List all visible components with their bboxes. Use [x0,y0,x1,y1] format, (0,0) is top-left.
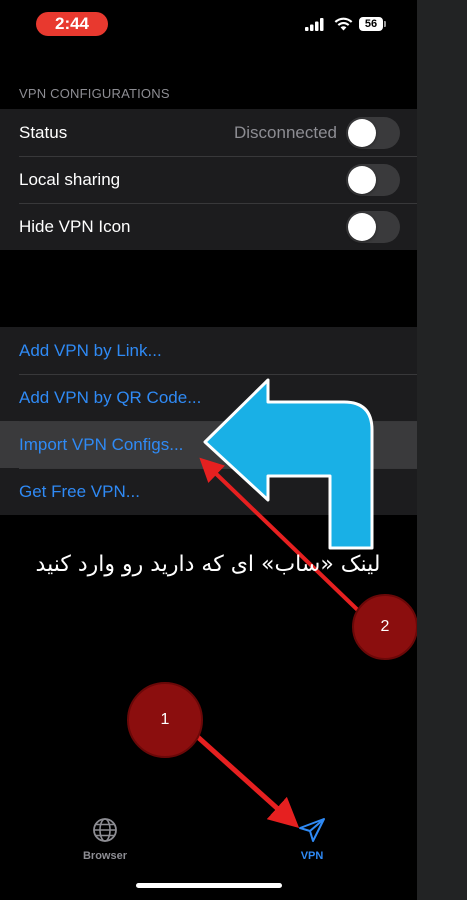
add-vpn-by-link-button[interactable]: Add VPN by Link... [0,327,417,374]
toggle-knob [348,166,376,194]
vpn-actions-group: Add VPN by Link... Add VPN by QR Code...… [0,327,417,515]
status-label: Status [19,123,68,142]
tab-browser-label: Browser [82,850,128,862]
hide-vpn-icon-toggle[interactable] [346,211,400,243]
hide-vpn-icon-label: Hide VPN Icon [19,217,131,236]
globe-icon [93,818,117,842]
add-vpn-by-qr-code-label: Add VPN by QR Code... [19,388,202,407]
step-badge-2: 2 [352,594,417,660]
toggle-knob [348,119,376,147]
get-free-vpn-label: Get Free VPN... [19,482,140,501]
pointer-arrow-1 [188,728,300,829]
add-vpn-by-link-label: Add VPN by Link... [19,341,162,360]
instruction-caption: لینک «ساب» ای که دارید رو وارد کنید [35,552,381,577]
step-badge-1: 1 [127,682,203,758]
import-vpn-configs-label: Import VPN Configs... [19,435,184,454]
screen-recording-margin [417,0,467,900]
tab-vpn-label: VPN [300,850,324,862]
battery-level: 56 [359,17,383,31]
signal-icon [305,18,324,31]
battery-cap [384,21,386,27]
home-indicator [136,883,282,888]
get-free-vpn-button[interactable]: Get Free VPN... [0,468,417,515]
toggle-knob [348,213,376,241]
send-icon [299,818,325,842]
section-header: VPN CONFIGURATIONS [19,86,170,101]
tab-browser[interactable]: Browser [65,817,145,862]
status-time: 2:44 [36,12,108,36]
local-sharing-label: Local sharing [19,170,121,189]
import-vpn-configs-button[interactable]: Import VPN Configs... [0,421,417,468]
status-row: Status Disconnected [0,109,417,156]
tab-vpn[interactable]: VPN [272,817,352,862]
hide-vpn-icon-row: Hide VPN Icon [0,203,417,250]
wifi-icon [334,17,353,31]
vpn-settings-group: Status Disconnected Local sharing Hide V… [0,109,417,250]
status-value: Disconnected [233,123,337,142]
add-vpn-by-qr-code-button[interactable]: Add VPN by QR Code... [0,374,417,421]
battery-icon: 56 [359,17,387,31]
local-sharing-toggle[interactable] [346,164,400,196]
status-toggle[interactable] [346,117,400,149]
phone-screen: 2:44 56 VPN CONFIGURATIONS Status Discon… [0,0,417,900]
local-sharing-row: Local sharing [0,156,417,203]
